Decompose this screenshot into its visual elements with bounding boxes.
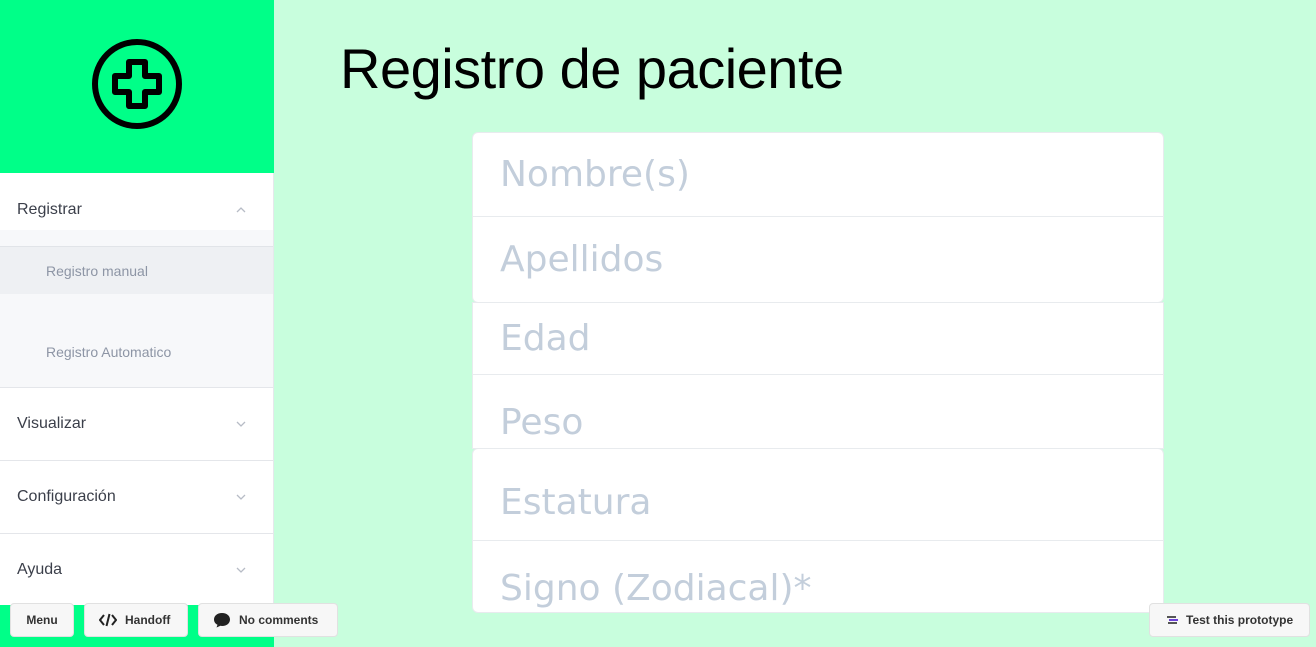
submenu-item-label: Registro Automatico — [46, 344, 172, 360]
edad-input[interactable] — [500, 318, 1163, 359]
comment-icon — [214, 613, 230, 628]
handoff-button[interactable]: Handoff — [84, 603, 188, 637]
code-icon — [99, 613, 117, 627]
comments-button-label: No comments — [239, 613, 319, 627]
edad-field[interactable] — [472, 302, 1164, 375]
page-title: Registro de paciente — [340, 37, 844, 100]
menu-section-ayuda[interactable]: Ayuda — [0, 533, 273, 606]
test-prototype-label: Test this prototype — [1186, 613, 1294, 627]
nombre-field[interactable] — [472, 132, 1164, 217]
menu-section-visualizar[interactable]: Visualizar — [0, 387, 273, 460]
apellidos-input[interactable] — [500, 239, 1163, 280]
apellidos-field[interactable] — [472, 216, 1164, 303]
chevron-down-icon — [236, 494, 246, 500]
menu-section-configuracion[interactable]: Configuración — [0, 460, 273, 533]
estatura-field[interactable] — [472, 448, 1164, 541]
registrar-submenu: Registro manual Registro Automatico — [0, 230, 273, 387]
menu-section-label: Visualizar — [17, 415, 87, 432]
menu-section-label: Registrar — [17, 200, 82, 218]
chevron-up-icon — [236, 206, 246, 212]
chevron-down-icon — [236, 421, 246, 427]
play-prototype-icon — [1167, 616, 1178, 624]
peso-input[interactable] — [500, 402, 1163, 443]
comments-button[interactable]: No comments — [198, 603, 338, 637]
submenu-item-registro-manual[interactable]: Registro manual — [0, 246, 273, 294]
sidebar-header — [0, 0, 274, 173]
test-prototype-button[interactable]: Test this prototype — [1149, 603, 1310, 637]
plus-circle-icon — [92, 39, 182, 129]
menu-section-label: Configuración — [17, 488, 116, 505]
menu-button[interactable]: Menu — [10, 603, 74, 637]
menu-button-label: Menu — [26, 613, 58, 627]
chevron-down-icon — [236, 567, 246, 573]
signo-input[interactable] — [500, 568, 1163, 609]
nombre-input[interactable] — [500, 154, 1163, 195]
submenu-item-registro-automatico[interactable]: Registro Automatico — [0, 328, 273, 376]
estatura-input[interactable] — [500, 482, 1163, 523]
menu-section-label: Ayuda — [17, 561, 63, 578]
peso-field[interactable] — [472, 374, 1164, 449]
signo-field[interactable] — [472, 540, 1164, 613]
submenu-item-label: Registro manual — [46, 262, 148, 279]
handoff-button-label: Handoff — [125, 613, 171, 627]
sidebar-menu: Registrar Registro manual Registro Autom… — [0, 173, 274, 605]
